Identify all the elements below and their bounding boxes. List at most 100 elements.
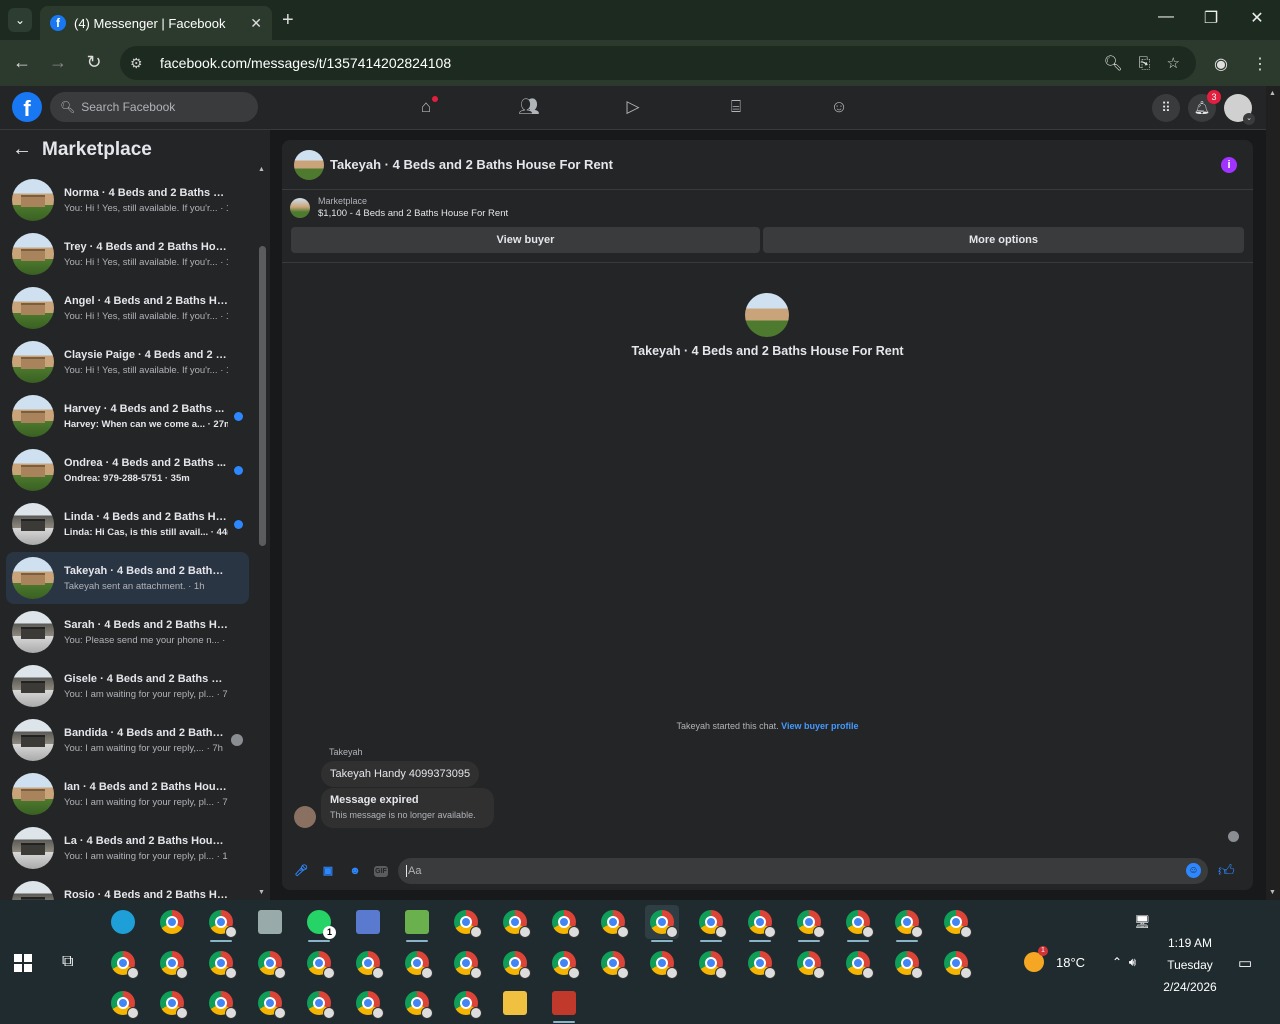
- chrome-taskbar-button[interactable]: [596, 946, 630, 980]
- chrome-taskbar-button[interactable]: [645, 905, 679, 942]
- conversation-item[interactable]: Claysie Paige · 4 Beds and 2 Bat... You: …: [6, 336, 249, 388]
- chrome-taskbar-button[interactable]: [302, 946, 336, 980]
- chrome-taskbar-button[interactable]: [694, 905, 728, 942]
- watch-icon[interactable]: ▷: [622, 96, 644, 118]
- page-scroll-down-arrow[interactable]: ▼: [1269, 889, 1276, 896]
- sender-avatar[interactable]: [294, 806, 316, 828]
- conversation-item[interactable]: Takeyah · 4 Beds and 2 Baths H... Takeyah…: [6, 552, 249, 604]
- notepad-taskbar-button[interactable]: [400, 905, 434, 942]
- search-input[interactable]: 🔍︎ Search Facebook: [50, 92, 258, 122]
- back-arrow-icon[interactable]: ←: [12, 138, 32, 161]
- tab-search-button[interactable]: ⌄: [8, 8, 32, 32]
- chrome-taskbar-button[interactable]: [792, 905, 826, 942]
- chrome-taskbar-button[interactable]: [547, 946, 581, 980]
- scroll-down-arrow[interactable]: ▼: [258, 889, 265, 896]
- conversation-item[interactable]: Trey · 4 Beds and 2 Baths Hous... You: Hi…: [6, 228, 249, 280]
- expired-message-bubble[interactable]: Message expired This message is no longe…: [321, 788, 494, 828]
- profile-avatar[interactable]: [745, 293, 789, 337]
- page-scroll-up-arrow[interactable]: ▲: [1269, 90, 1276, 97]
- chrome-taskbar-button[interactable]: [204, 905, 238, 942]
- scrollbar-thumb[interactable]: [259, 246, 266, 546]
- forward-icon[interactable]: →: [46, 52, 70, 73]
- whatsapp-taskbar-button[interactable]: 1: [302, 905, 336, 942]
- chat-title[interactable]: Takeyah · 4 Beds and 2 Baths House For R…: [330, 157, 1221, 172]
- chrome-taskbar-button[interactable]: [743, 905, 777, 942]
- conversation-item[interactable]: Ian · 4 Beds and 2 Baths House ... You: I…: [6, 768, 249, 820]
- more-options-button[interactable]: More options: [763, 227, 1244, 253]
- chrome-taskbar-button[interactable]: [498, 946, 532, 980]
- conversation-item[interactable]: La · 4 Beds and 2 Baths House F... You: I…: [6, 822, 249, 874]
- active-tab[interactable]: f (4) Messenger | Facebook ✕: [40, 6, 272, 40]
- network-icon[interactable]: 🖥︎: [1134, 914, 1151, 930]
- conversation-item[interactable]: Angel · 4 Beds and 2 Baths Hou... You: Hi…: [6, 282, 249, 334]
- chrome-taskbar-button[interactable]: [547, 905, 581, 939]
- emoji-icon[interactable]: ☺: [1186, 863, 1201, 878]
- reload-icon[interactable]: ↻: [82, 52, 106, 73]
- chrome-taskbar-button[interactable]: [253, 946, 287, 980]
- gif-icon[interactable]: GIF: [374, 865, 388, 877]
- listing-summary[interactable]: Marketplace $1,100 - 4 Beds and 2 Baths …: [290, 196, 508, 219]
- conversation-item[interactable]: Bandida · 4 Beds and 2 Baths... You: I am…: [6, 714, 249, 766]
- chrome-taskbar-button[interactable]: [400, 946, 434, 980]
- system-clock[interactable]: 1:19 AM Tuesday 2/24/2026: [1150, 932, 1230, 998]
- notification-center-icon[interactable]: ▭: [1238, 954, 1252, 972]
- chrome-taskbar-button[interactable]: [596, 905, 630, 939]
- chrome-taskbar-button[interactable]: [204, 946, 238, 980]
- url-bar[interactable]: ⚙ facebook.com/messages/t/13574142028241…: [120, 46, 1196, 80]
- conversation-item[interactable]: Linda · 4 Beds and 2 Baths Ho... Linda: H…: [6, 498, 249, 550]
- bookmark-star-icon[interactable]: ☆: [1167, 54, 1180, 72]
- chrome-taskbar-button[interactable]: [106, 946, 140, 980]
- chrome-taskbar-button[interactable]: [155, 905, 189, 939]
- chrome-taskbar-button[interactable]: [841, 946, 875, 980]
- chevron-up-icon[interactable]: ⌃: [1112, 955, 1122, 969]
- panel-scrollbar[interactable]: ▲ ▼: [258, 166, 268, 896]
- chrome-taskbar-button[interactable]: [694, 946, 728, 980]
- new-tab-button[interactable]: +: [282, 8, 294, 32]
- chrome-taskbar-button[interactable]: [351, 986, 385, 1020]
- chrome-taskbar-button[interactable]: [400, 986, 434, 1020]
- site-info-icon[interactable]: ⚙: [130, 55, 154, 72]
- install-app-icon[interactable]: ⎘: [1139, 55, 1151, 72]
- menu-grid-icon[interactable]: ⠿: [1152, 94, 1180, 122]
- back-icon[interactable]: ←: [10, 52, 34, 73]
- app-taskbar-button[interactable]: [253, 905, 287, 939]
- chrome-taskbar-button[interactable]: [449, 986, 483, 1020]
- chrome-taskbar-button[interactable]: [302, 986, 336, 1020]
- chrome-taskbar-button[interactable]: [106, 986, 140, 1020]
- conversation-item[interactable]: Gisele · 4 Beds and 2 Baths Hou... You: I…: [6, 660, 249, 712]
- chrome-taskbar-button[interactable]: [890, 946, 924, 980]
- info-icon[interactable]: i: [1221, 156, 1237, 173]
- windows-start-icon[interactable]: [14, 954, 32, 972]
- close-tab-icon[interactable]: ✕: [250, 15, 262, 32]
- menu-icon[interactable]: ⋮: [1252, 54, 1268, 74]
- url-text[interactable]: facebook.com/messages/t/1357414202824108: [160, 55, 1103, 71]
- restore-button[interactable]: ❐: [1191, 8, 1231, 28]
- view-buyer-button[interactable]: View buyer: [291, 227, 760, 253]
- chrome-taskbar-button[interactable]: [449, 905, 483, 939]
- chrome-taskbar-button[interactable]: [498, 905, 532, 939]
- message-bubble[interactable]: Takeyah Handy 4099373095: [321, 761, 480, 787]
- file-explorer-taskbar-button[interactable]: [498, 986, 532, 1020]
- view-buyer-profile-link[interactable]: View buyer profile: [781, 721, 858, 731]
- groups-icon[interactable]: ☺: [828, 96, 850, 118]
- chrome-taskbar-button[interactable]: [204, 986, 238, 1020]
- conversation-item[interactable]: Ondrea · 4 Beds and 2 Baths ... Ondrea: 9…: [6, 444, 249, 496]
- close-window-button[interactable]: ✕: [1237, 8, 1277, 28]
- app-taskbar-button[interactable]: [351, 905, 385, 939]
- microphone-icon[interactable]: 🎤︎: [293, 863, 309, 879]
- weather-widget[interactable]: 1 18°C: [1024, 946, 1085, 972]
- minimize-button[interactable]: —: [1146, 8, 1186, 26]
- photo-icon[interactable]: ▣: [320, 863, 336, 879]
- conversation-item[interactable]: Sarah · 4 Beds and 2 Baths Hou... You: Pl…: [6, 606, 249, 658]
- conversation-item[interactable]: Harvey · 4 Beds and 2 Baths ... Harvey: W…: [6, 390, 249, 442]
- chrome-taskbar-button[interactable]: [449, 946, 483, 980]
- tray-icons[interactable]: ⌃ 🔊︎: [1112, 955, 1136, 970]
- listing-avatar[interactable]: [294, 149, 324, 180]
- chrome-taskbar-button[interactable]: [841, 905, 875, 942]
- chrome-taskbar-button[interactable]: [253, 986, 287, 1020]
- chrome-taskbar-button[interactable]: [645, 946, 679, 980]
- zoom-icon[interactable]: 🔍︎: [1103, 54, 1122, 72]
- conversation-item[interactable]: Norma · 4 Beds and 2 Baths Ho... You: Hi …: [6, 174, 249, 226]
- edge-taskbar-button[interactable]: [106, 905, 140, 939]
- chrome-taskbar-button[interactable]: [351, 946, 385, 980]
